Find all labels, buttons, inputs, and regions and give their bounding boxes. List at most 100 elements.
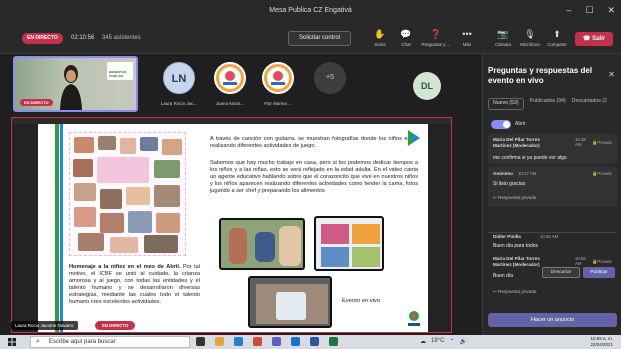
- window-title: Mesa Publica CZ Engativá: [269, 7, 352, 14]
- close-icon[interactable]: ✕: [607, 5, 615, 16]
- minimize-icon[interactable]: –: [566, 5, 571, 16]
- document-page: A través de canción con guitarra, se mue…: [38, 124, 428, 332]
- meeting-toolbar: EN DIRECTO 02:10:56 345 asistentes Solic…: [0, 24, 621, 54]
- stage-live-badge: EN DIRECTO: [95, 321, 136, 330]
- participant-tile[interactable]: Juana Maria...: [210, 62, 250, 106]
- taskbar-search[interactable]: ⌕ Escribe aquí para buscar: [30, 336, 190, 348]
- private-reply[interactable]: ↩ Respuesta privada: [493, 195, 536, 201]
- teams-icon[interactable]: [272, 337, 281, 346]
- activity-photo: [314, 216, 384, 271]
- bienestar-logo: BIENESTAR FAMILIAR: [107, 62, 133, 80]
- qa-time: 10:56 AM: [575, 256, 586, 266]
- presenter-video[interactable]: BIENESTAR FAMILIAR EN DIRECTO: [13, 56, 138, 112]
- hand-icon: ✋: [374, 29, 386, 39]
- windows-start-icon[interactable]: [8, 338, 16, 346]
- open-toggle[interactable]: [491, 120, 511, 129]
- participant-tile[interactable]: Flor Marina ...: [258, 62, 298, 106]
- document-margin-right: [428, 124, 451, 332]
- attendee-count: 345 asistentes: [102, 35, 141, 41]
- chat-button[interactable]: 💬 Chat: [395, 28, 417, 47]
- clock-time: 10:59 a. m.: [590, 336, 613, 341]
- announce-button[interactable]: Hacer un anuncio: [488, 313, 617, 327]
- tab-dismissed[interactable]: Descartados (2: [572, 98, 607, 110]
- tab-new[interactable]: Nuevo (53): [488, 98, 524, 110]
- close-icon[interactable]: ✕: [608, 70, 615, 79]
- search-placeholder: Escribe aquí para buscar: [49, 339, 116, 345]
- chrome-icon[interactable]: [253, 337, 262, 346]
- qa-author: Anónimo: [493, 171, 513, 176]
- phone-icon: ☎: [582, 36, 593, 42]
- participant-name: Flor Marina ...: [264, 101, 292, 106]
- camera-icon: 📷: [497, 29, 509, 39]
- qa-text: Buen día para todos: [493, 243, 539, 249]
- org-logo-icon: [219, 67, 241, 89]
- doc-paragraph: Homenaje a la niñez en el mes de Abril. …: [69, 264, 201, 305]
- activity-photo: [248, 276, 332, 328]
- more-button[interactable]: ••• Más: [456, 28, 478, 47]
- avatar: LN: [163, 62, 195, 94]
- qa-title: Preguntas y respuestas del evento en viv…: [488, 66, 593, 85]
- qa-item[interactable]: Anónimo 10:47 AM 🔒Privado Si listo graci…: [488, 167, 617, 207]
- participant-tile[interactable]: LN Laura Rocio Jac...: [159, 62, 199, 106]
- avatar: [214, 62, 246, 94]
- presenter-name-tag: Laura Rocio Jacome Navarro: [11, 321, 78, 330]
- icbf-logo-icon: [408, 130, 420, 146]
- outlook-icon[interactable]: [291, 337, 300, 346]
- tab-published[interactable]: Publicados (94): [530, 98, 566, 110]
- shared-screen: A través de canción con guitarra, se mue…: [11, 117, 452, 333]
- weather-temp: 19°C: [431, 338, 445, 344]
- photo-collage: [69, 132, 186, 256]
- qa-time: 10:55 AM: [540, 234, 559, 239]
- private-label: 🔒Privado: [592, 140, 612, 145]
- doc-paragraph: Sabemos que hay mucho trabajo en casa, p…: [210, 160, 418, 194]
- page-accent-green: [55, 124, 59, 332]
- task-view-icon[interactable]: [196, 337, 205, 346]
- private-label: 🔒Privado: [592, 259, 612, 264]
- network-icon[interactable]: ⌃: [449, 338, 454, 345]
- share-button[interactable]: ⬆ Compartir: [544, 28, 570, 47]
- qa-item[interactable]: Maria Del Pilar Torres Martinez (Moderad…: [488, 134, 617, 164]
- request-control-button[interactable]: Solicitar control: [288, 31, 351, 46]
- private-reply[interactable]: ↩ Respuesta privada: [493, 289, 536, 295]
- system-tray: ☁ 19°C ⌃ 🔊: [420, 338, 467, 345]
- avatar[interactable]: DL: [413, 72, 441, 100]
- raise-hand-button[interactable]: ✋ Sonis: [369, 28, 391, 47]
- toggle-label: Abrir: [515, 121, 526, 127]
- participant-name: Laura Rocio Jac...: [160, 101, 198, 106]
- divider: [488, 232, 617, 233]
- title-bar: Mesa Publica CZ Engativá – ☐ ✕: [0, 0, 621, 24]
- word-icon[interactable]: [310, 337, 319, 346]
- participant-name: Juana Maria...: [215, 101, 245, 106]
- edge-icon[interactable]: [234, 337, 243, 346]
- more-participants-button[interactable]: +5: [314, 62, 346, 94]
- more-icon: •••: [462, 29, 472, 39]
- mic-button[interactable]: 🎙 Micrófono: [517, 28, 543, 47]
- qa-tabs: Nuevo (53) Publicados (94) Descartados (…: [488, 98, 607, 110]
- search-icon: ⌕: [36, 338, 40, 345]
- window-controls: – ☐ ✕: [566, 5, 615, 16]
- qa-button[interactable]: ❓ Preguntas y ...: [421, 28, 451, 47]
- leave-button[interactable]: ☎ Salir: [575, 32, 613, 46]
- qa-text: Buen día: [493, 273, 514, 279]
- camera-button[interactable]: 📷 Cámara: [492, 28, 514, 47]
- document-margin-left: [12, 124, 38, 332]
- clock[interactable]: 10:59 a. m. 22/04/2021: [590, 336, 613, 347]
- maximize-icon[interactable]: ☐: [585, 5, 593, 16]
- file-explorer-icon[interactable]: [215, 337, 224, 346]
- qa-time: 10:47 AM: [518, 171, 537, 176]
- qa-text: Si listo gracias: [493, 181, 526, 187]
- presenter-figure: [60, 65, 82, 110]
- weather-icon[interactable]: ☁: [420, 338, 426, 345]
- qa-item[interactable]: Maria Del Pilar Torres Martinez (Moderad…: [488, 254, 617, 302]
- bienestar-footer-logo-icon: [408, 311, 420, 326]
- chat-icon: 💬: [400, 29, 412, 39]
- live-badge: EN DIRECTO: [22, 33, 63, 44]
- qa-author: Maria Del Pilar Torres Martinez (Moderad…: [493, 137, 540, 148]
- page-accent-blue: [60, 124, 63, 332]
- share-icon: ⬆: [553, 29, 561, 39]
- activity-photo: [219, 218, 305, 270]
- presenter-live-badge: EN DIRECTO: [20, 99, 53, 106]
- excel-icon[interactable]: [329, 337, 338, 346]
- event-label: Evento en vivo: [342, 298, 381, 304]
- volume-icon[interactable]: 🔊: [459, 338, 466, 345]
